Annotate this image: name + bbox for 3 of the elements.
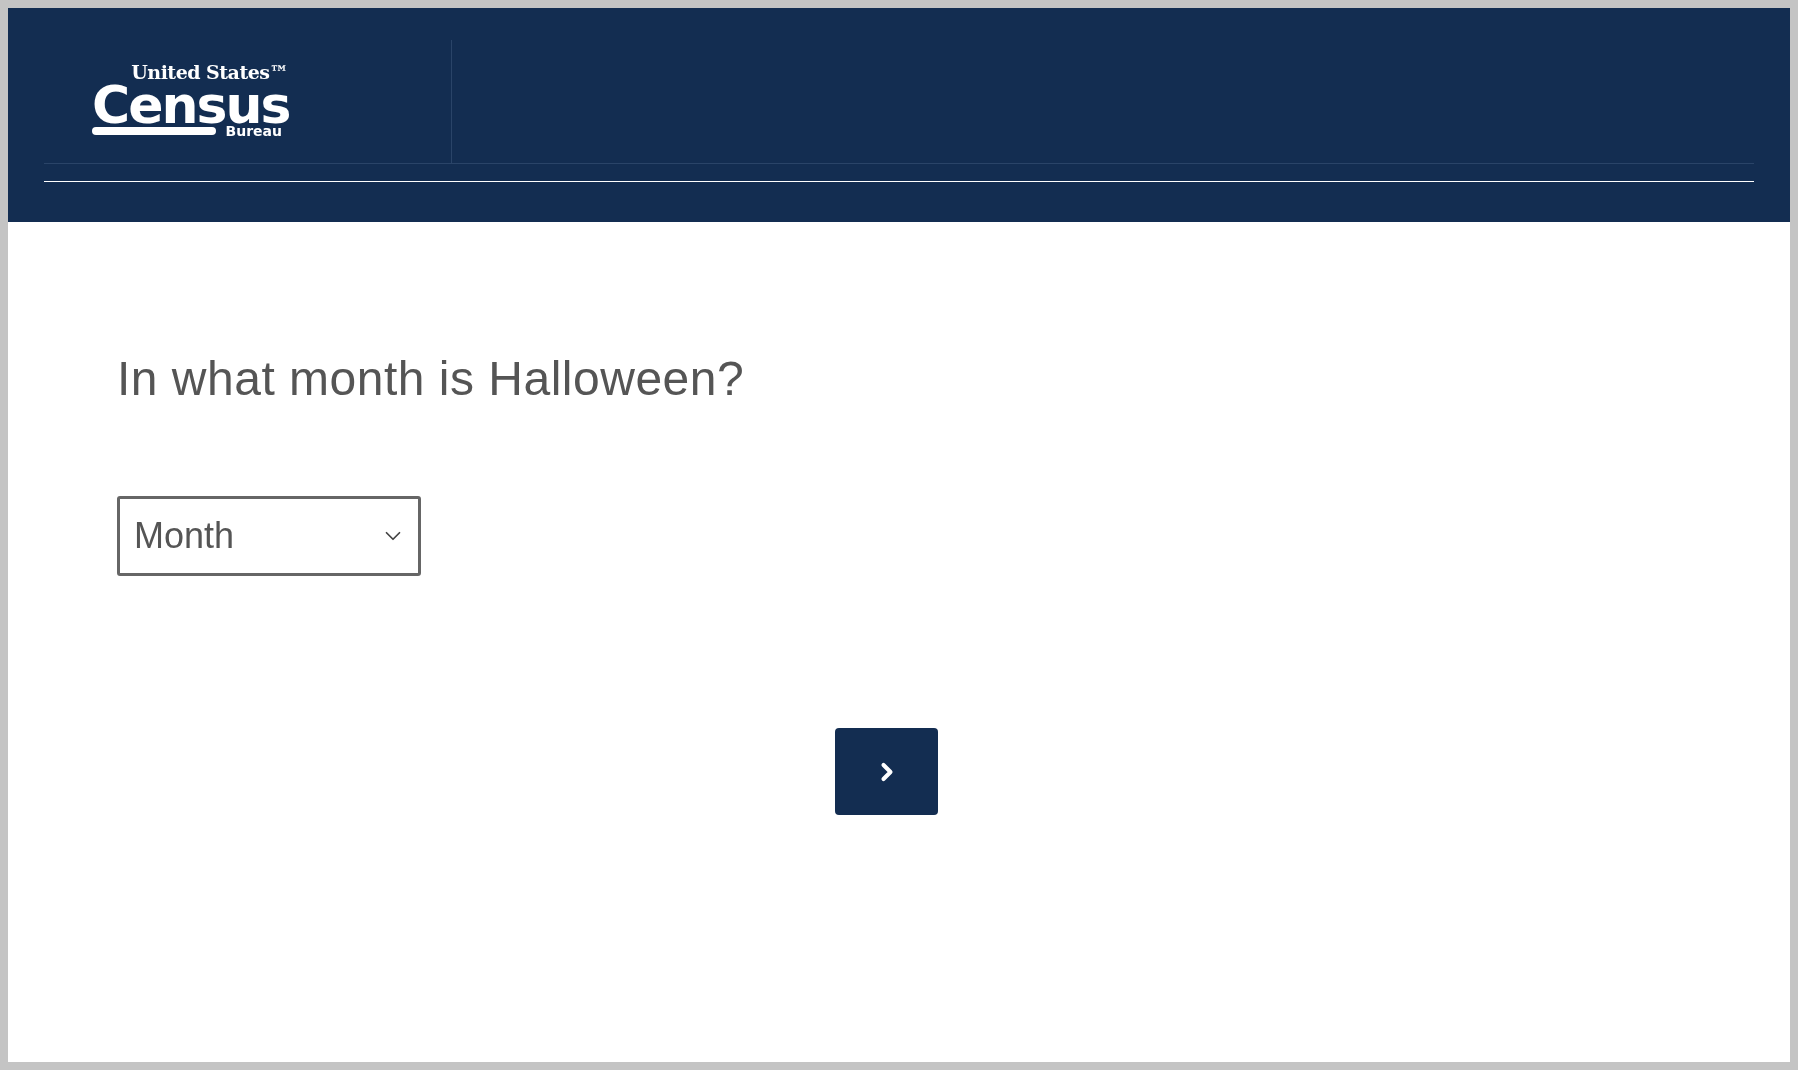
question-text: In what month is Halloween?	[117, 351, 746, 407]
next-button[interactable]	[835, 728, 938, 815]
month-select[interactable]: Month	[117, 496, 421, 576]
